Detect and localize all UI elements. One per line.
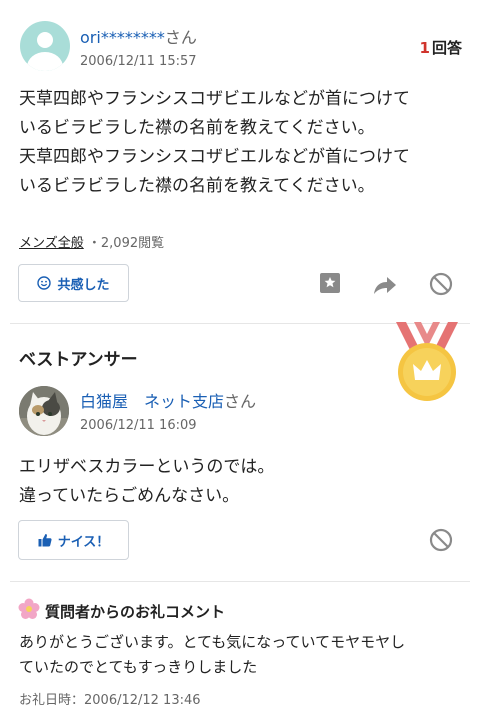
nice-label: ナイス！ [57,534,110,550]
question-line: いるビラビラした襟の名前を教えてください。 [19,176,375,196]
section-divider [10,581,470,582]
answer-count-label: 回答 [431,39,462,57]
answer-timestamp: 2006/12/11 16:09 [80,418,197,433]
view-count: ・2,092閲覧 [87,236,165,251]
thanks-line: ていたのでとてもすっきりしました [19,658,258,676]
category-row: メンズ全般 ・2,092閲覧 [19,232,164,251]
best-answer-title: ベストアンサー [19,350,138,370]
flower-icon [18,598,40,620]
questioner-avatar[interactable] [20,21,70,71]
smile-icon [37,276,52,290]
question-body: 天草四郎やフランシスコザビエルなどが首につけて いるビラビラした襟の名前を教えて… [19,85,464,201]
answer-line: 違っていたらごめんなさい。 [19,486,240,506]
empathy-button[interactable]: 共感した [18,264,129,302]
questioner-name[interactable]: ori********さん [80,24,197,48]
answerer-avatar[interactable] [19,386,69,436]
answerer-name-suffix: さん [224,392,257,411]
block-icon[interactable] [426,269,456,299]
block-icon[interactable] [426,525,456,555]
question-line: 天草四郎やフランシスコザビエルなどが首につけて [19,89,410,109]
thanks-body: ありがとうございます。とても気になっていてモヤモヤし ていたのでとてもすっきりし… [19,630,467,680]
thumbs-up-icon [38,533,52,547]
answerer-name-text[interactable]: 白猫屋 ネット支店 [80,392,224,411]
answer-count[interactable]: 1 回答 [420,37,462,58]
question-line: いるビラビラした襟の名前を教えてください。 [19,118,375,138]
share-arrow-icon[interactable] [370,270,400,300]
empathy-label: 共感した [57,277,110,293]
questioner-name-text[interactable]: ori******** [80,28,165,47]
thanks-date: お礼日時：2006/12/12 13:46 [19,693,201,708]
thanks-line: ありがとうございます。とても気になっていてモヤモヤし [19,633,406,651]
gold-medal-crown-icon [390,322,464,402]
question-line: 天草四郎やフランシスコザビエルなどが首につけて [19,147,410,167]
answerer-name[interactable]: 白猫屋 ネット支店さん [80,388,256,412]
category-link[interactable]: メンズ全般 [19,236,84,251]
answer-body: エリザベスカラーというのでは。 違っていたらごめんなさい。 [19,453,464,511]
questioner-name-suffix: さん [164,28,197,47]
question-timestamp: 2006/12/11 15:57 [80,54,197,69]
answer-line: エリザベスカラーというのでは。 [19,457,275,477]
bookmark-icon[interactable] [315,268,345,298]
answer-count-number: 1 [419,39,430,57]
nice-button[interactable]: ナイス！ [18,520,129,560]
thanks-title: 質問者からのお礼コメント [45,603,226,621]
